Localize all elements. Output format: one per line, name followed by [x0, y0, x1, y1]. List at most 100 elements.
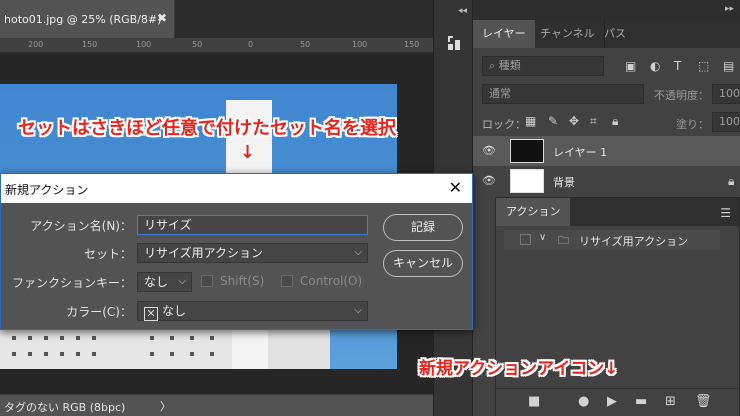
filter-shape-icon[interactable]: ⬚ [698, 59, 709, 73]
panel-top-strip: ▸▸ [473, 0, 740, 20]
color-label: カラー(C)： [66, 305, 132, 319]
fill-label: 塗り： [676, 118, 709, 131]
dialog-title-bar: 新規アクション ✕ [1, 174, 472, 203]
control-checkbox[interactable] [281, 275, 293, 287]
lock-position-icon[interactable]: ✥ [569, 114, 579, 128]
actions-tabs: アクション ☰ [496, 198, 739, 226]
tab-channels[interactable]: チャンネル [531, 20, 605, 48]
annotation-set-note: セットはさきほど任意で付けたセット名を選択 [18, 118, 396, 139]
lock-transparent-icon[interactable]: ▦ [525, 114, 536, 128]
tab-strip [175, 0, 433, 38]
photo-building [0, 328, 236, 369]
photo-tower-base [232, 328, 268, 369]
function-key-select[interactable]: なし ⌵ [137, 272, 192, 292]
new-action-dialog: 新規アクション ✕ アクション名(N)： リサイズ セット： リサイズ用アクショ… [0, 173, 473, 330]
ruler-label: 0 [248, 40, 254, 49]
filter-adjustment-icon[interactable]: ◐ [650, 59, 660, 73]
set-select[interactable]: リサイズ用アクション ⌵ [137, 243, 368, 263]
fill-value: 100% [719, 115, 740, 128]
opacity-input[interactable]: 100% [712, 84, 740, 104]
filter-type-icon[interactable]: T [674, 59, 681, 73]
layer-row[interactable]: 👁︎ 背景 🔒︎ [473, 166, 740, 196]
filter-smart-object-icon[interactable]: ▤ [723, 59, 734, 73]
layer-row[interactable]: 👁︎ レイヤー 1 [473, 136, 740, 166]
record-icon[interactable]: ● [578, 394, 589, 409]
ruler-label: 50 [192, 40, 203, 49]
tab-actions[interactable]: アクション [496, 198, 571, 226]
document-tab-title: hoto01.jpg @ 25% (RGB/8#) [4, 13, 162, 26]
tab-layers[interactable]: レイヤー [473, 20, 535, 48]
blend-mode-select[interactable]: 通常 [482, 84, 644, 104]
shift-label: Shift(S) [220, 274, 265, 288]
chevron-down-icon: ⌵ [354, 247, 362, 258]
visibility-eye-icon[interactable]: 👁︎ [482, 174, 496, 187]
new-set-folder-icon[interactable]: ▬ [635, 394, 647, 409]
ruler-label: 150 [82, 40, 98, 49]
horizontal-ruler: 200 150 100 50 0 50 100 150 [0, 38, 433, 53]
panel-tabs: レイヤー チャンネル パス [473, 20, 740, 48]
dialog-title: 新規アクション [5, 183, 89, 197]
photo-building-right [268, 328, 330, 369]
visibility-eye-icon[interactable]: 👁︎ [482, 144, 496, 157]
action-set-name: リサイズ用アクション [579, 235, 689, 248]
lock-label: ロック： [482, 118, 526, 131]
ruler-label: 100 [136, 40, 152, 49]
function-key-value: なし [144, 275, 169, 289]
shift-checkbox[interactable] [201, 275, 213, 287]
annotation-new-action-note: 新規アクションアイコン↓ [419, 359, 619, 379]
layer-filter-value: 種類 [498, 59, 521, 72]
lock-all-icon[interactable]: 🔒︎ [612, 114, 618, 129]
opacity-label: 不透明度： [654, 89, 709, 102]
no-color-swatch-icon: ✕ [144, 307, 158, 321]
chevron-down-icon: ⌵ [354, 305, 362, 316]
cancel-button[interactable]: キャンセル [383, 250, 463, 277]
actions-toolbar: ■ ● ▶ ▬ ⊞ 🗑︎ [496, 388, 739, 416]
close-icon[interactable]: ✖ [157, 11, 167, 25]
function-key-label: ファンクションキー： [11, 276, 132, 290]
close-icon[interactable]: ✕ [449, 178, 462, 197]
layer-name: レイヤー 1 [553, 146, 608, 159]
layer-thumbnail [510, 169, 544, 193]
lock-artboard-icon[interactable]: ⌗ [590, 114, 597, 129]
panel-menu-icon[interactable]: ☰ [720, 206, 731, 220]
chevron-down-icon[interactable]: ∨ [539, 232, 546, 243]
filter-pixel-icon[interactable]: ▣ [625, 59, 636, 73]
expand-arrows-icon[interactable]: ▸▸ [725, 4, 734, 14]
new-action-icon[interactable]: ⊞ [665, 394, 676, 409]
record-button[interactable]: 記録 [383, 214, 463, 241]
layer-thumbnail [510, 139, 544, 163]
color-profile-status: タグのない RGB (8bpc) [4, 401, 126, 414]
set-value: リサイズ用アクション [144, 246, 264, 260]
layer-lock-icon: 🔒︎ [728, 174, 735, 188]
fill-input[interactable]: 100% [712, 112, 740, 132]
play-icon[interactable]: ▶ [607, 394, 617, 409]
toggle-checkbox[interactable] [520, 234, 531, 245]
action-name-label: アクション名(N)： [30, 219, 132, 233]
chevron-down-icon: ⌵ [178, 276, 186, 287]
ruler-label: 100 [352, 40, 368, 49]
color-select[interactable]: ✕ なし ⌵ [137, 301, 368, 321]
ruler-label: 50 [300, 40, 311, 49]
annotation-down-arrow: ↓ [240, 142, 256, 163]
action-set-row[interactable]: ∨ 🗀 リサイズ用アクション [504, 230, 720, 250]
blend-mode-value: 通常 [489, 87, 511, 100]
layer-filter-select[interactable]: ⌕ 種類 [482, 56, 604, 76]
search-icon: ⌕ [489, 59, 499, 72]
ruler-label: 150 [404, 40, 420, 49]
set-label: セット： [83, 247, 132, 261]
status-bar: タグのない RGB (8bpc) 〉 [0, 394, 433, 416]
folder-icon: 🗀 [558, 234, 569, 247]
action-name-value: リサイズ [144, 218, 192, 232]
control-label: Control(O) [300, 274, 363, 288]
history-panel-icon[interactable] [446, 34, 464, 52]
collapse-arrows-icon[interactable]: ◂◂ [458, 6, 467, 16]
action-name-input[interactable]: リサイズ [137, 215, 368, 235]
stop-icon[interactable]: ■ [528, 394, 540, 409]
tab-paths[interactable]: パス [595, 20, 635, 48]
layer-name: 背景 [553, 176, 575, 189]
lock-paint-icon[interactable]: ✎ [548, 114, 558, 128]
delete-trash-icon[interactable]: 🗑︎ [695, 394, 712, 409]
document-tab[interactable]: hoto01.jpg @ 25% (RGB/8#) ✖ [0, 0, 175, 38]
status-menu-arrow-icon[interactable]: 〉 [160, 398, 171, 414]
ruler-label: 200 [28, 40, 44, 49]
